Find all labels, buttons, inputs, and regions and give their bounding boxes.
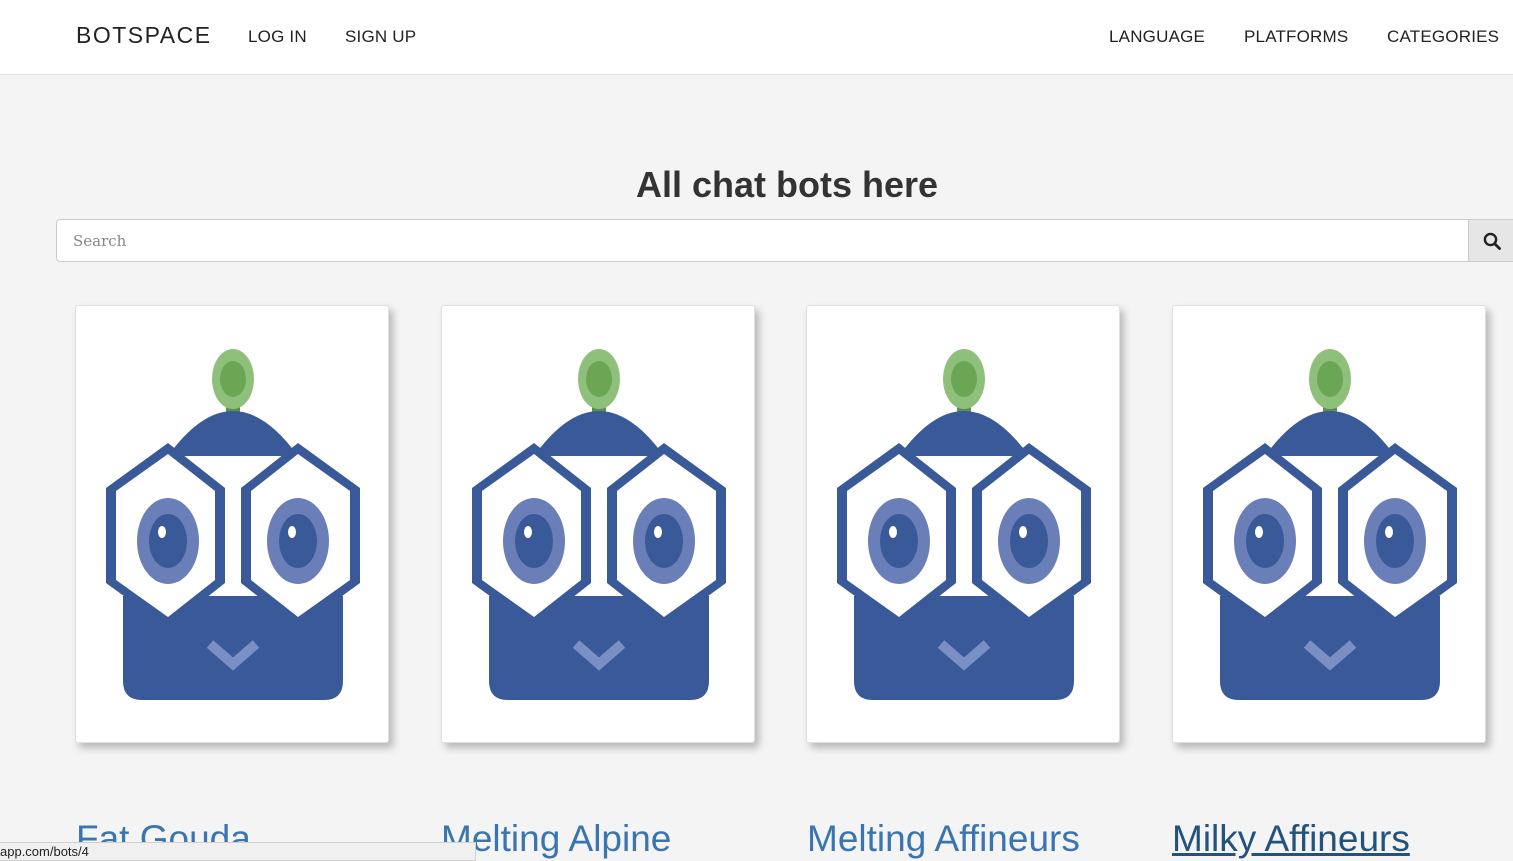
nav-login-link[interactable]: LOG IN (248, 27, 307, 47)
page-headline: All chat bots here (635, 164, 939, 205)
search-bar (56, 219, 1513, 262)
brand-logo[interactable]: BOTSPACE (76, 22, 212, 49)
nav-platforms-link[interactable]: PLATFORMS (1244, 27, 1348, 47)
search-button[interactable] (1469, 219, 1513, 262)
robot-owl-icon (98, 346, 368, 706)
nav-categories-link[interactable]: CATEGORIES (1387, 27, 1499, 47)
search-input[interactable] (56, 219, 1469, 262)
bot-card-2[interactable] (441, 305, 755, 743)
bot-name-link-3[interactable]: Melting Affineurs (807, 818, 1080, 860)
bot-card-3[interactable] (806, 305, 1120, 743)
magnifier-icon (1483, 232, 1501, 250)
bot-name-link-4[interactable]: Milky Affineurs (1172, 818, 1410, 860)
nav-signup-link[interactable]: SIGN UP (345, 27, 416, 47)
robot-owl-icon (1195, 346, 1465, 706)
browser-status-bar: app.com/bots/4 (0, 842, 476, 861)
bot-card-1[interactable] (75, 305, 389, 743)
bot-card-4[interactable] (1172, 305, 1486, 743)
top-navbar: BOTSPACE LOG IN SIGN UP LANGUAGE PLATFOR… (0, 0, 1513, 75)
robot-owl-icon (464, 346, 734, 706)
nav-language-link[interactable]: LANGUAGE (1109, 27, 1205, 47)
robot-owl-icon (829, 346, 1099, 706)
